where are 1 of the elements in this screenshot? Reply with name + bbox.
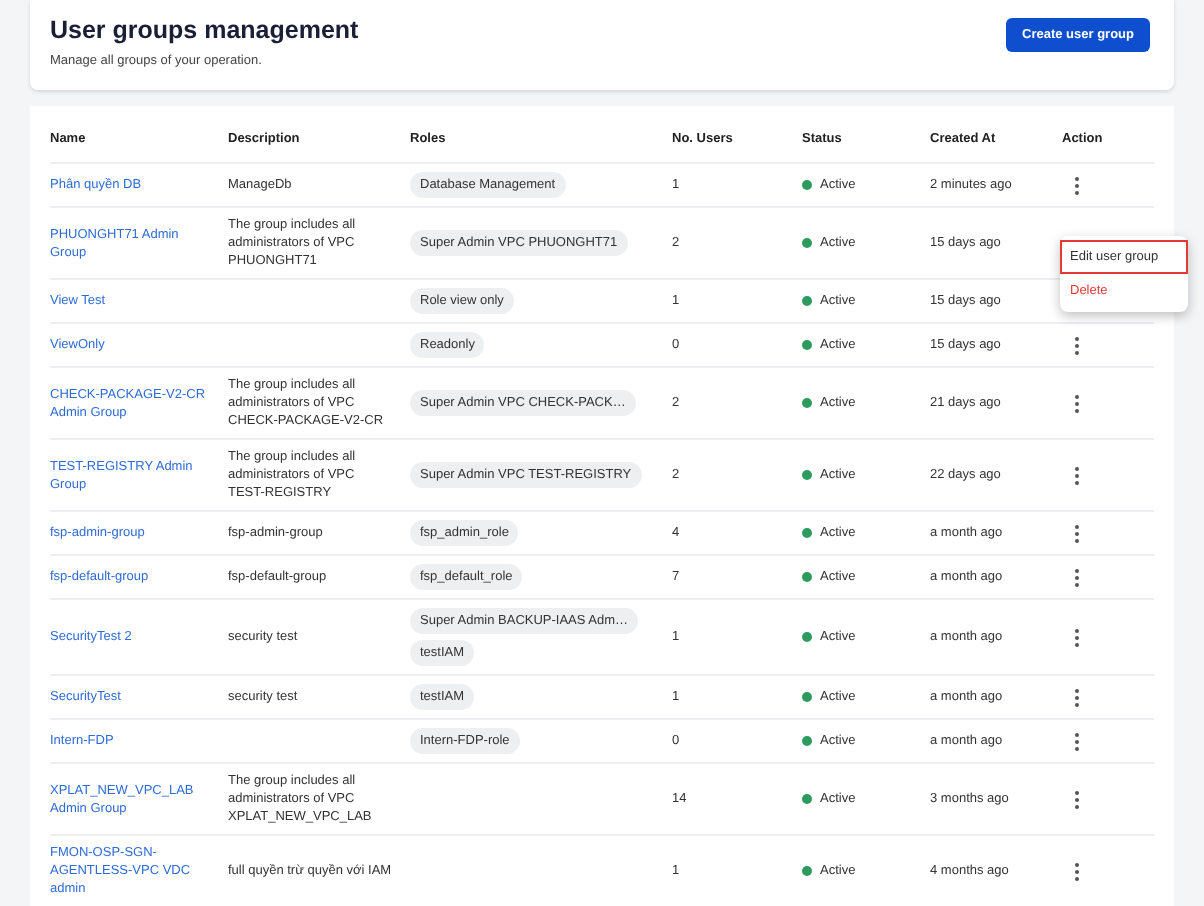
page-title: User groups management — [50, 16, 359, 46]
